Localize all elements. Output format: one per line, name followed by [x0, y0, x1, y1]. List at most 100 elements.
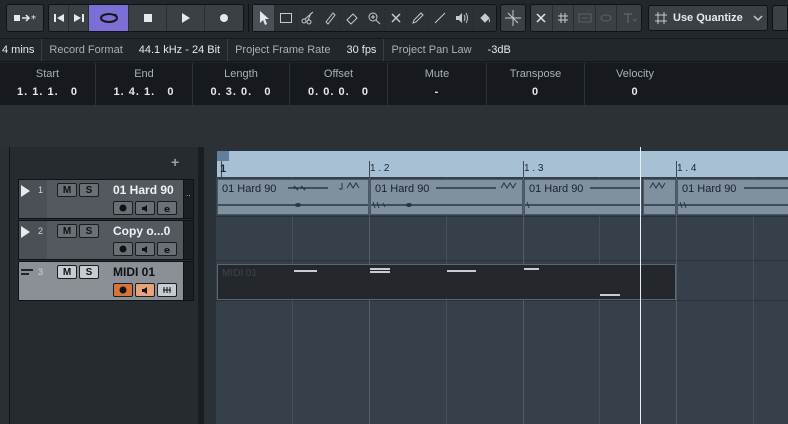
line-tool[interactable]	[429, 5, 451, 31]
color-tool[interactable]	[473, 5, 496, 31]
audio-event[interactable]: 01 Hard 90	[370, 179, 523, 215]
monitor-button[interactable]	[135, 283, 155, 297]
lane-2	[216, 217, 788, 261]
event-display[interactable]: 01 Hard 90 01 Hard 90 01 Hard 90 01 Hard…	[216, 177, 788, 424]
svg-text:*: *	[31, 14, 36, 25]
audio-track-icon	[21, 226, 30, 238]
ruler-bar[interactable]	[217, 151, 788, 177]
monitor-button[interactable]	[135, 201, 155, 215]
auto-scroll-button[interactable]	[500, 4, 526, 32]
record-button[interactable]	[205, 5, 243, 31]
midi-note[interactable]	[600, 294, 620, 296]
object-selection-tool[interactable]	[253, 5, 275, 31]
track-list-header: +	[10, 147, 198, 177]
edit-channel-button[interactable]: e	[157, 242, 177, 256]
midi-note[interactable]	[524, 268, 539, 270]
mute-solo: M S	[57, 265, 101, 279]
constrain-delay-compensation-button[interactable]: *	[6, 4, 44, 32]
record-enable-button[interactable]	[113, 242, 133, 256]
scissors-icon	[301, 11, 313, 25]
mute-button[interactable]: M	[57, 224, 77, 238]
midi-note[interactable]	[370, 271, 390, 273]
snap-to-zero-button[interactable]	[617, 5, 641, 31]
quantize-more-button[interactable]	[772, 5, 788, 31]
speaker-icon	[141, 286, 147, 294]
track-name[interactable]: Copy o...0	[113, 224, 170, 238]
midi-note[interactable]	[294, 270, 317, 272]
snap-type-button[interactable]	[574, 5, 596, 31]
solo-button[interactable]: S	[79, 224, 99, 238]
eraser-icon	[345, 13, 358, 25]
add-track-button[interactable]: +	[171, 155, 179, 169]
info-velocity[interactable]: Velocity 0	[585, 63, 685, 105]
glue-tool[interactable]	[319, 5, 341, 31]
edit-channel-button[interactable]: e	[157, 201, 177, 215]
mute-x-icon	[390, 13, 401, 23]
inspector-collapsed[interactable]	[0, 147, 10, 424]
info-start[interactable]: Start 1. 1. 1. 0	[0, 63, 96, 105]
grid-button[interactable]	[553, 5, 575, 31]
go-to-start-icon	[53, 14, 64, 22]
record-enable-button[interactable]	[113, 201, 133, 215]
line-icon	[434, 12, 445, 24]
snap-zero-icon	[624, 13, 638, 23]
project-frame-rate[interactable]: Project Frame Rate 30 fps	[228, 39, 385, 61]
stop-button[interactable]	[129, 5, 167, 31]
audio-event[interactable]	[643, 179, 676, 215]
info-offset[interactable]: Offset 0. 0. 0. 0	[290, 63, 388, 105]
track-2[interactable]: 2 M S Copy o...0 e	[18, 220, 194, 260]
track-name[interactable]: 01 Hard 90	[113, 183, 174, 197]
waveform-icon	[678, 187, 788, 209]
ruler[interactable]: 1 1 . 2 1 . 3 1 . 4	[204, 147, 788, 177]
midi-note[interactable]	[447, 270, 476, 272]
track-3[interactable]: 3 M S MIDI 01	[18, 261, 194, 301]
draw-tool[interactable]	[407, 5, 429, 31]
cycle-icon	[99, 13, 118, 23]
midi-note[interactable]	[370, 268, 390, 270]
snap-group	[530, 4, 642, 32]
audio-event[interactable]: 01 Hard 90	[524, 179, 642, 215]
edit-instrument-button[interactable]	[157, 283, 177, 297]
audio-event[interactable]: 01 Hard 90	[217, 179, 369, 215]
solo-button[interactable]: S	[79, 265, 99, 279]
mute-tool[interactable]	[385, 5, 407, 31]
erase-tool[interactable]	[341, 5, 363, 31]
info-mute[interactable]: Mute -	[388, 63, 487, 105]
zoom-tool[interactable]	[363, 5, 385, 31]
record-icon	[220, 14, 228, 22]
track-name[interactable]: MIDI 01	[113, 265, 155, 279]
snap-on-off-button[interactable]	[531, 5, 553, 31]
go-to-start-button[interactable]	[49, 5, 69, 31]
track-number: 2	[38, 226, 44, 236]
locator-range[interactable]	[217, 151, 229, 161]
mute-button[interactable]: M	[57, 183, 77, 197]
solo-button[interactable]: S	[79, 183, 99, 197]
info-end[interactable]: End 1. 4. 1. 0	[96, 63, 193, 105]
info-transpose[interactable]: Transpose 0	[487, 63, 585, 105]
cycle-snap-button[interactable]	[596, 5, 618, 31]
waveform-icon	[525, 187, 641, 209]
play-tool[interactable]	[451, 5, 473, 31]
mute-button[interactable]: M	[57, 265, 77, 279]
cycle-snap-icon	[600, 14, 612, 22]
record-enable-button[interactable]	[113, 283, 133, 297]
cycle-button[interactable]	[89, 5, 129, 31]
grid-icon	[557, 13, 568, 23]
play-button[interactable]	[167, 5, 205, 31]
lower-zone-bar	[0, 105, 788, 147]
range-selection-tool[interactable]	[275, 5, 297, 31]
quantize-selector[interactable]: Use Quantize	[648, 5, 768, 31]
midi-part[interactable]: MIDI 01	[217, 264, 676, 300]
project-pan-law[interactable]: Project Pan Law -3dB	[384, 39, 517, 61]
ruler-label: 1 . 4	[677, 163, 697, 174]
audio-track-icon	[21, 185, 30, 197]
monitor-button[interactable]	[135, 242, 155, 256]
track-1[interactable]: 1 M S 01 Hard 90 e ..	[18, 179, 194, 219]
record-format[interactable]: Record Format 44.1 kHz - 24 Bit	[42, 39, 229, 61]
audio-event[interactable]: 01 Hard 90	[677, 179, 788, 215]
info-length[interactable]: Length 0. 3. 0. 0	[193, 63, 290, 105]
split-tool[interactable]	[297, 5, 319, 31]
waveform-icon	[371, 182, 522, 209]
go-to-end-button[interactable]	[69, 5, 89, 31]
project-cursor[interactable]	[640, 147, 641, 424]
